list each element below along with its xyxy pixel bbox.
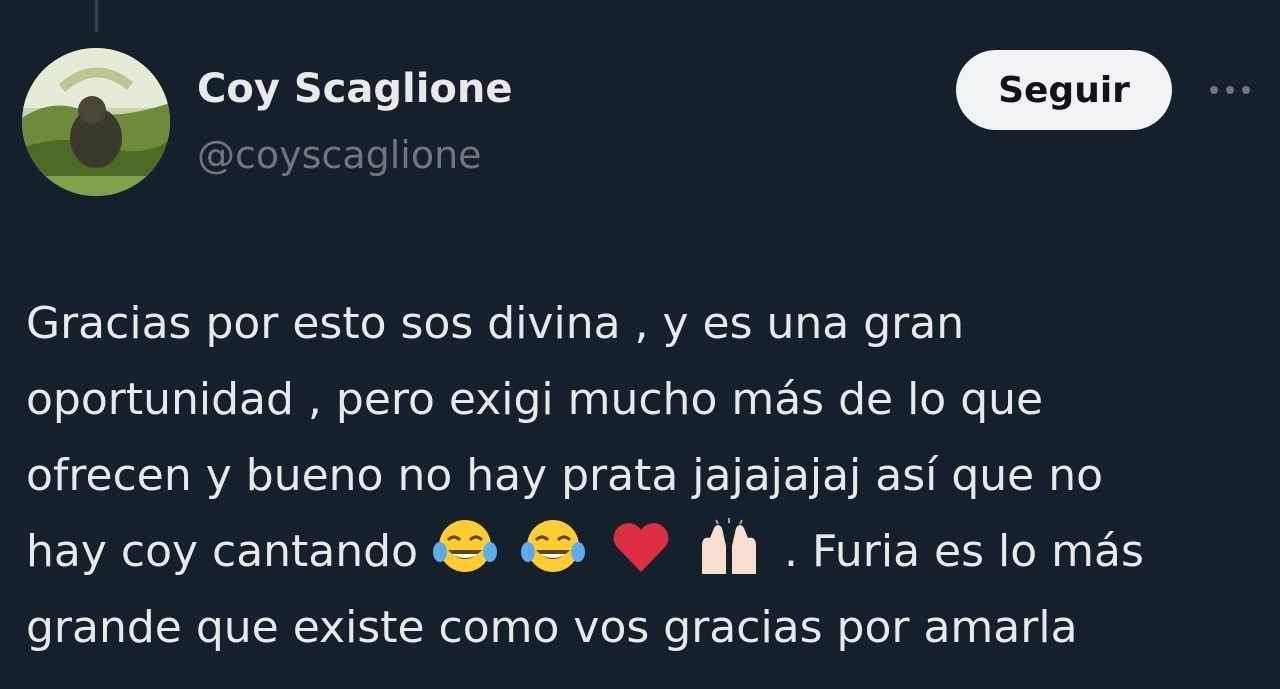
follow-button[interactable]: Seguir — [956, 50, 1172, 130]
raising-hands-icon — [702, 518, 757, 574]
tweet-line: ofrecen y bueno no hay prata jajajajaj a… — [26, 450, 1104, 501]
tweet-line-with-emojis: hay coy cantando . Furia es lo más — [26, 514, 1266, 590]
tweet-text: Gracias por esto sos divina , y es una g… — [26, 286, 1266, 666]
tweet-line-text: . Furia es lo más — [784, 526, 1144, 577]
face-with-tears-of-joy-icon — [521, 520, 586, 572]
face-with-tears-of-joy-icon — [433, 520, 498, 572]
author-handle[interactable]: @coyscaglione — [197, 133, 482, 177]
author-display-name[interactable]: Coy Scaglione — [197, 66, 513, 112]
red-heart-icon — [613, 523, 669, 572]
avatar[interactable] — [22, 48, 170, 196]
tweet-line: Gracias por esto sos divina , y es una g… — [26, 298, 965, 349]
more-dot — [1226, 86, 1234, 94]
thread-connector-line — [95, 0, 98, 32]
more-dot — [1210, 86, 1218, 94]
tweet-line: grande que existe como vos gracias por a… — [26, 602, 1078, 653]
tweet-line: oportunidad , pero exigi mucho más de lo… — [26, 374, 1044, 425]
tweet-line-text: hay coy cantando — [26, 526, 419, 577]
more-dot — [1242, 86, 1250, 94]
more-horizontal-icon[interactable] — [1200, 70, 1260, 110]
avatar-image — [22, 48, 170, 196]
